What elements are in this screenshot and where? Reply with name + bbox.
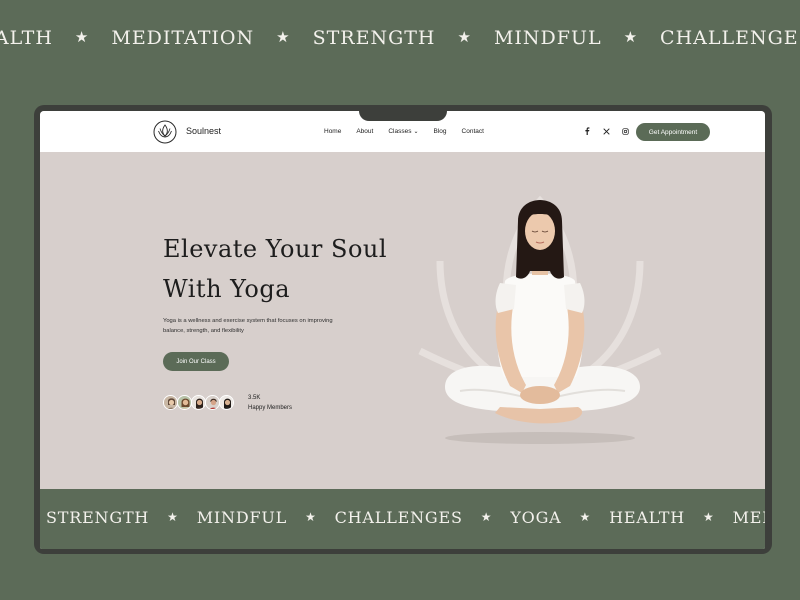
avatar	[163, 395, 178, 410]
star-icon: ★	[167, 509, 179, 524]
nav-link-about[interactable]: About	[356, 128, 373, 135]
keywords-band: STRENGTH ★ MINDFUL ★ CHALLENGES ★ YOGA ★ HEALTH ★…	[40, 489, 765, 549]
brand-name[interactable]: Soulnest	[186, 126, 221, 136]
marquee-word: STRENGTH	[312, 27, 436, 49]
star-icon: ★	[74, 28, 90, 46]
hero-title-line1: Elevate Your Soul	[163, 235, 388, 263]
marquee-word: MEDITATI	[732, 508, 765, 527]
top-marquee: EALTH ★ MEDITATION ★ STRENGTH ★ MINDFUL ★ CHALLE…	[0, 27, 800, 55]
star-icon: ★	[703, 509, 715, 524]
get-appointment-button[interactable]: Get Appointment	[636, 123, 710, 141]
marquee-word: EALTH	[0, 27, 53, 49]
marquee-word: MINDFUL	[493, 27, 602, 49]
avatar	[205, 395, 220, 410]
nav-link-classes[interactable]: Classes ⌄	[388, 128, 418, 135]
nav-link-blog[interactable]: Blog	[434, 128, 447, 135]
nav-link-contact[interactable]: Contact	[462, 128, 484, 135]
marquee-word: STRENGTH	[46, 508, 150, 527]
marquee-word: MINDFUL	[196, 508, 288, 527]
hero-title: Elevate Your Soul With Yoga	[163, 229, 423, 309]
facebook-icon[interactable]	[583, 127, 591, 135]
instagram-icon[interactable]	[621, 127, 629, 135]
nav-link-home[interactable]: Home	[324, 128, 341, 135]
avatar	[191, 395, 206, 410]
website-screen: Soulnest Home About Classes ⌄ Blog Conta…	[40, 111, 765, 549]
marquee-word: MEDITATION	[111, 27, 255, 49]
lotus-logo-icon[interactable]	[153, 120, 177, 144]
star-icon: ★	[480, 509, 493, 524]
nav-links: Home About Classes ⌄ Blog Contact	[324, 128, 484, 135]
social-links	[583, 127, 629, 135]
marquee-word: YOGA	[510, 508, 562, 527]
x-icon[interactable]	[602, 127, 610, 135]
hero-description: Yoga is a wellness and exercise system t…	[163, 318, 333, 334]
avatar	[177, 395, 192, 410]
hero-title-line2: With Yoga	[163, 275, 291, 303]
members-count: 3.5K	[248, 395, 261, 401]
star-icon: ★	[579, 509, 592, 524]
star-icon: ★	[305, 509, 317, 524]
marquee-word: CHALLENGES	[334, 508, 463, 527]
avatar	[219, 395, 234, 410]
nav-link-classes-label: Classes	[388, 128, 412, 135]
star-icon: ★	[457, 28, 472, 46]
star-icon: ★	[276, 28, 291, 46]
chevron-down-icon: ⌄	[413, 129, 419, 135]
star-icon: ★	[623, 28, 639, 46]
marquee-word: CHALLENGES	[660, 27, 800, 49]
member-avatars	[163, 395, 234, 410]
members-label: Happy Members	[248, 405, 293, 411]
marquee-word: HEALTH	[609, 508, 686, 527]
device-notch	[359, 105, 447, 121]
join-class-button[interactable]: Join Our Class	[163, 352, 229, 371]
meditating-woman-image	[418, 195, 662, 444]
